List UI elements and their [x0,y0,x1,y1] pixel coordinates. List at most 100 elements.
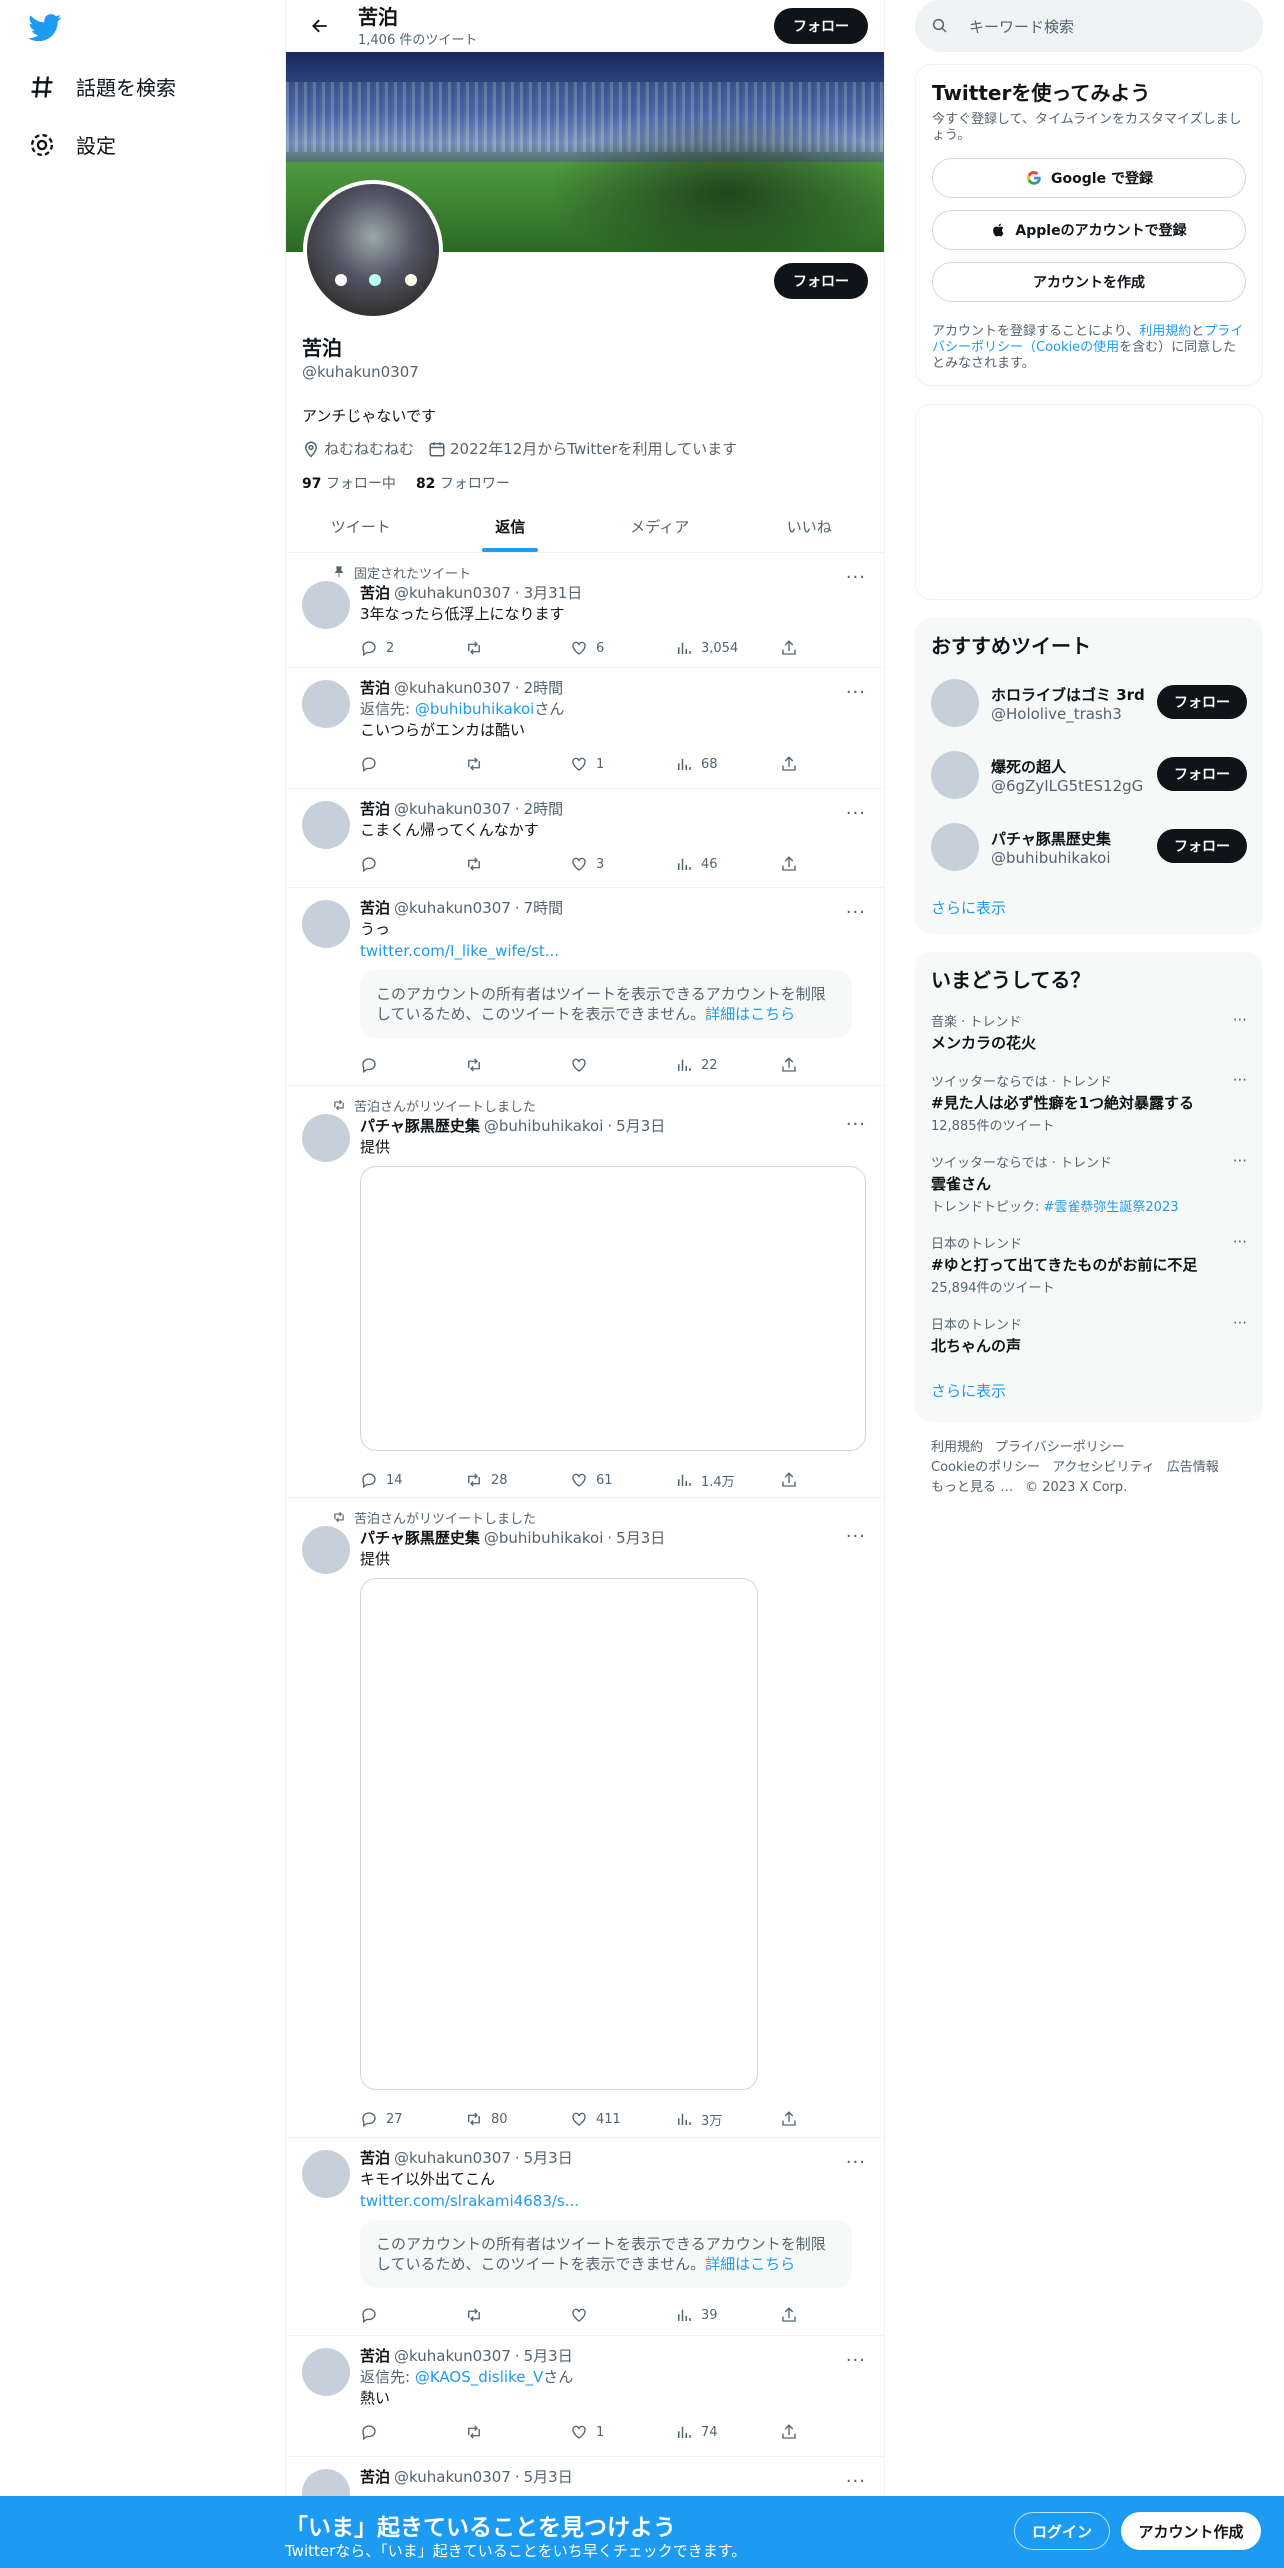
tweet-link[interactable]: twitter.com/slrakami4683/s... [360,2190,868,2212]
like-button[interactable]: 61 [570,1471,675,1489]
footer-link[interactable]: 広告情報 [1167,1460,1219,1475]
like-button[interactable]: 1 [570,755,675,773]
recommended-user[interactable]: 爆死の超人 @6gZyILG5tES12gG フォロー [931,739,1247,811]
share-button[interactable] [780,639,810,657]
tweet-author-name[interactable]: 苦泊 [360,2346,390,2366]
profile-follow-button[interactable]: フォロー [774,263,868,299]
learn-more-link[interactable]: 詳細はこちら [705,1005,795,1023]
tab-media[interactable]: メディア [585,500,735,552]
signup-button[interactable]: アカウント作成 [1121,2512,1261,2550]
recommended-user[interactable]: ホロライブはゴミ 3rd @Hololive_trash3 フォロー [931,667,1247,739]
avatar[interactable] [302,2150,350,2198]
show-more-link[interactable]: さらに表示 [931,897,1247,918]
trend-item[interactable]: 音楽 · トレンド メンカラの花火 ··· [931,1011,1247,1053]
views-button[interactable]: 3万 [675,2110,780,2129]
tweet-author-handle[interactable]: @kuhakun0307 [394,583,511,603]
tweet-author-name[interactable]: パチャ豚黒歴史集 [360,1116,480,1136]
learn-more-link[interactable]: 詳細はこちら [705,2255,795,2273]
avatar[interactable] [302,2348,350,2396]
tweet-time[interactable]: 5月3日 [524,2467,573,2487]
more-icon[interactable]: ··· [1233,1314,1247,1332]
reply-button[interactable] [360,855,465,873]
follow-button[interactable]: フォロー [1157,757,1247,791]
more-icon[interactable]: ··· [846,803,866,824]
views-button[interactable]: 39 [675,2306,780,2324]
search-input[interactable]: キーワード検索 [969,16,1074,37]
trend-item[interactable]: ツイッターならでは · トレンド #見た人は必ず性癖を1つ絶対暴露する 12,8… [931,1071,1247,1134]
more-icon[interactable]: ··· [1233,1011,1247,1029]
tweet-author-handle[interactable]: @kuhakun0307 [394,2148,511,2168]
search-box[interactable]: キーワード検索 [915,0,1263,52]
retweet-button[interactable] [465,1056,570,1074]
tweet-time[interactable]: 5月3日 [524,2346,573,2366]
share-button[interactable] [780,855,810,873]
tweet-author-name[interactable]: 苦泊 [360,898,390,918]
header-follow-button[interactable]: フォロー [774,8,868,44]
views-button[interactable]: 74 [675,2423,780,2441]
avatar[interactable] [931,823,979,871]
share-button[interactable] [780,1056,810,1074]
login-button[interactable]: ログイン [1014,2512,1110,2550]
share-button[interactable] [780,2423,810,2441]
tab-replies[interactable]: 返信 [436,500,586,552]
trend-item[interactable]: ツイッターならでは · トレンド 雲雀さん トレンドトピック: #雲雀恭弥生誕祭… [931,1152,1247,1215]
views-button[interactable]: 3,054 [675,639,780,657]
avatar[interactable] [302,581,350,629]
more-icon[interactable]: ··· [846,2152,866,2173]
more-icon[interactable]: ··· [846,1526,866,1547]
tweet-time[interactable]: 5月3日 [616,1528,665,1548]
avatar[interactable] [302,801,350,849]
like-button[interactable] [570,2306,675,2324]
like-button[interactable] [570,1056,675,1074]
google-signup-button[interactable]: Google で登録 [932,158,1246,198]
views-button[interactable]: 46 [675,855,780,873]
reply-button[interactable] [360,2306,465,2324]
tweet-author-handle[interactable]: @kuhakun0307 [394,678,511,698]
reply-button[interactable] [360,2423,465,2441]
tweet-item[interactable]: ··· 苦泊 @kuhakun0307 · 5月3日 返信先: @KAOS_disli… [286,2336,884,2457]
tweet-link[interactable]: twitter.com/I_like_wife/st... [360,940,868,962]
trend-item[interactable]: 日本のトレンド 北ちゃんの声 ··· [931,1314,1247,1356]
tweet-author-name[interactable]: 苦泊 [360,2467,390,2487]
tab-likes[interactable]: いいね [735,500,885,552]
avatar[interactable] [302,680,350,728]
reply-button[interactable] [360,1056,465,1074]
tweet-author-handle[interactable]: @kuhakun0307 [394,2346,511,2366]
more-icon[interactable]: ··· [846,682,866,703]
recommended-user[interactable]: パチャ豚黒歴史集 @buhibuhikakoi フォロー [931,811,1247,883]
reply-button[interactable]: 2 [360,639,465,657]
sidebar-item-settings[interactable]: 設定 [28,130,116,159]
show-more-link[interactable]: さらに表示 [931,1380,1247,1401]
footer-link[interactable]: もっと見る … [931,1480,1013,1495]
tweet-item[interactable]: 苦泊さんがリツイートしました ··· パチャ豚黒歴史集 @buhibuhikako… [286,1086,884,1498]
more-icon[interactable]: ··· [1233,1071,1247,1089]
views-button[interactable]: 1.4万 [675,1471,780,1490]
views-button[interactable]: 22 [675,1056,780,1074]
tweet-time[interactable]: 7時間 [524,898,564,918]
tweet-context[interactable]: 苦泊さんがリツイートしました [354,1508,536,1527]
following-link[interactable]: 97 フォロー中 [302,473,396,493]
retweet-button[interactable] [465,2306,570,2324]
retweet-button[interactable] [465,755,570,773]
tweet-author-handle[interactable]: @buhibuhikakoi [484,1116,604,1136]
retweet-button[interactable] [465,2423,570,2441]
tab-tweets[interactable]: ツイート [286,500,436,552]
tweet-author-handle[interactable]: @kuhakun0307 [394,898,511,918]
footer-link[interactable]: Cookieのポリシー [931,1460,1040,1475]
footer-link[interactable]: プライバシーポリシー [995,1440,1125,1455]
footer-link[interactable]: 利用規約 [931,1440,983,1455]
more-icon[interactable]: ··· [846,1114,866,1135]
more-icon[interactable]: ··· [1233,1233,1247,1251]
reply-button[interactable] [360,755,465,773]
reply-button[interactable]: 27 [360,2110,465,2128]
terms-link[interactable]: 利用規約 [1139,324,1191,339]
back-button[interactable] [302,8,338,44]
follow-button[interactable]: フォロー [1157,829,1247,863]
like-button[interactable]: 411 [570,2110,675,2128]
avatar[interactable] [931,751,979,799]
tweet-item[interactable]: ··· 苦泊 @kuhakun0307 · 2時間 返信先: @buhibuhikak… [286,668,884,789]
avatar[interactable] [302,1526,350,1574]
like-button[interactable]: 1 [570,2423,675,2441]
avatar[interactable] [931,679,979,727]
trend-topic-link[interactable]: #雲雀恭弥生誕祭2023 [1044,1200,1179,1215]
